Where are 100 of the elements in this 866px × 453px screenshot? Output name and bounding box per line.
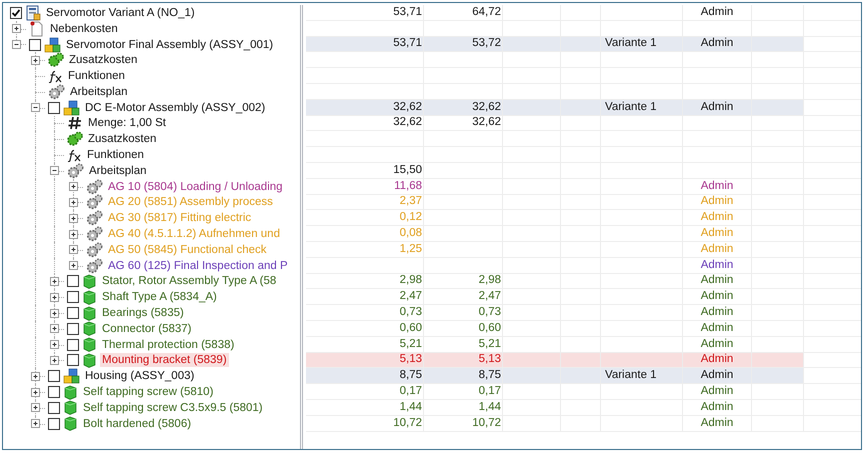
collapse-button[interactable] — [12, 40, 21, 50]
tree-item-label[interactable]: Self tapping screw C3.5x9.5 (5801) — [81, 400, 265, 415]
tree-item-label[interactable]: Zusatzkosten — [86, 132, 158, 146]
expand-button[interactable] — [50, 292, 59, 302]
plus-icon — [70, 230, 77, 238]
tree-item-label[interactable]: Stator, Rotor Assembly Type A (58 — [100, 274, 278, 288]
tree-item-label[interactable]: Servomotor Variant A (NO_1) — [44, 6, 197, 20]
table-cell-text: 8,75 — [478, 368, 501, 384]
expand-button[interactable] — [69, 245, 78, 254]
function-icon — [67, 148, 82, 162]
expand-button[interactable] — [50, 324, 59, 334]
cube-icon — [82, 352, 97, 368]
plus-icon — [32, 372, 39, 380]
tree-item-label[interactable]: Arbeitsplan — [68, 84, 130, 99]
checkbox[interactable] — [67, 291, 79, 304]
checkbox[interactable] — [48, 402, 60, 414]
expand-button[interactable] — [31, 419, 40, 428]
tree-item-label[interactable]: Zusatzkosten — [67, 53, 140, 68]
tree-item-label[interactable]: Menge: 1,00 St — [86, 116, 168, 130]
table-cell-text: 11,68 — [394, 178, 422, 194]
checkbox[interactable] — [67, 322, 79, 335]
tree-item-label[interactable]: Self tapping screw (5810) — [81, 385, 216, 400]
table-cell-text: Admin — [700, 100, 734, 115]
tree-item-label[interactable]: Connector (5837) — [100, 322, 194, 336]
table-cell-text: Admin — [700, 194, 734, 210]
table-cell-text: 2,37 — [400, 194, 422, 210]
table-cell-text: Admin — [700, 289, 734, 304]
checkbox[interactable] — [67, 307, 79, 320]
plus-icon — [32, 420, 39, 428]
expand-button[interactable] — [50, 277, 59, 286]
expand-button[interactable] — [31, 403, 40, 412]
tree-item-label[interactable]: AG 10 (5804) Loading / Unloading — [106, 180, 285, 194]
collapse-button[interactable] — [31, 103, 40, 112]
tree-item-label[interactable]: AG 60 (125) Final Inspection and P — [106, 258, 290, 273]
checkbox[interactable] — [48, 370, 60, 382]
tree-item-label[interactable]: Nebenkosten — [48, 22, 120, 36]
tree-item-label[interactable]: Funktionen — [66, 69, 127, 84]
expand-button[interactable] — [50, 308, 59, 318]
table-cell-text: 15,50 — [393, 162, 422, 178]
table-cell-text: 0,60 — [478, 320, 501, 336]
plus-icon — [51, 357, 58, 364]
expand-button[interactable] — [12, 24, 21, 34]
expand-button[interactable] — [69, 198, 78, 208]
plus-icon — [70, 214, 77, 222]
expand-button[interactable] — [31, 372, 40, 381]
tree-item-label[interactable]: Mounting bracket (5839) — [100, 353, 229, 368]
tree-item-label[interactable]: Housing (ASSY_003) — [83, 369, 196, 384]
table-cell-text: 2,98 — [400, 273, 422, 288]
collapse-button[interactable] — [50, 166, 59, 176]
tree-item-label[interactable]: Servomotor Final Assembly (ASSY_001) — [64, 38, 276, 52]
plus-icon — [32, 56, 39, 64]
plus-icon — [32, 388, 39, 396]
tree-item-label[interactable]: Funktionen — [85, 148, 146, 162]
expand-button[interactable] — [31, 56, 40, 65]
tree-item-label[interactable]: DC E-Motor Assembly (ASSY_002) — [83, 100, 268, 115]
expand-button[interactable] — [69, 182, 78, 192]
checkbox[interactable] — [10, 6, 22, 19]
gears-icon — [86, 194, 103, 210]
expand-button[interactable] — [69, 261, 78, 270]
tree-item-label[interactable]: Thermal protection (5838) — [100, 338, 236, 352]
tree-item-label[interactable]: Bolt hardened (5806) — [81, 416, 194, 431]
table-cell-text: 2,98 — [478, 273, 501, 288]
cube-icon — [63, 416, 78, 432]
checkbox[interactable] — [48, 102, 60, 114]
expand-button[interactable] — [69, 230, 78, 239]
table-cell-text: 64,72 — [472, 4, 501, 20]
expand-button[interactable] — [31, 388, 40, 397]
table-cell-text: 0,17 — [400, 384, 422, 399]
plus-icon — [51, 278, 58, 286]
table-cell-text: 32,62 — [472, 115, 501, 130]
plus-icon — [51, 294, 58, 301]
checkbox[interactable] — [67, 354, 79, 366]
checkbox[interactable] — [67, 275, 79, 288]
cube-icon — [82, 306, 97, 321]
table-cell-text: 1,44 — [478, 400, 501, 415]
table-cell-text: 10,72 — [393, 416, 422, 430]
plus-icon — [70, 199, 77, 206]
expand-button[interactable] — [50, 340, 59, 350]
tree-item-label[interactable]: Arbeitsplan — [87, 164, 149, 178]
table-cell-text: Admin — [700, 210, 734, 226]
gears-icon — [86, 210, 103, 226]
cube-icon — [82, 337, 97, 352]
checkbox[interactable] — [67, 338, 79, 351]
gears-icon — [86, 178, 103, 195]
gears-icon — [67, 162, 84, 179]
tree-item-label[interactable]: Shaft Type A (5834_A) — [100, 290, 219, 304]
cube-icon — [82, 321, 97, 336]
checkbox[interactable] — [48, 418, 60, 430]
gears-icon — [86, 242, 103, 258]
expand-button[interactable] — [69, 214, 78, 223]
cube-icon — [82, 274, 97, 289]
expand-button[interactable] — [50, 356, 59, 366]
checkbox[interactable] — [48, 386, 60, 398]
table-cell-text: Variante 1 — [605, 368, 657, 384]
tree-item-label[interactable]: Bearings (5835) — [100, 306, 186, 320]
table-cell-text: Admin — [700, 4, 734, 20]
checkbox[interactable] — [29, 38, 41, 50]
cube-icon — [63, 400, 78, 416]
table-cell-text: Variante 1 — [605, 100, 657, 115]
assembly-blocks-icon — [63, 368, 80, 384]
